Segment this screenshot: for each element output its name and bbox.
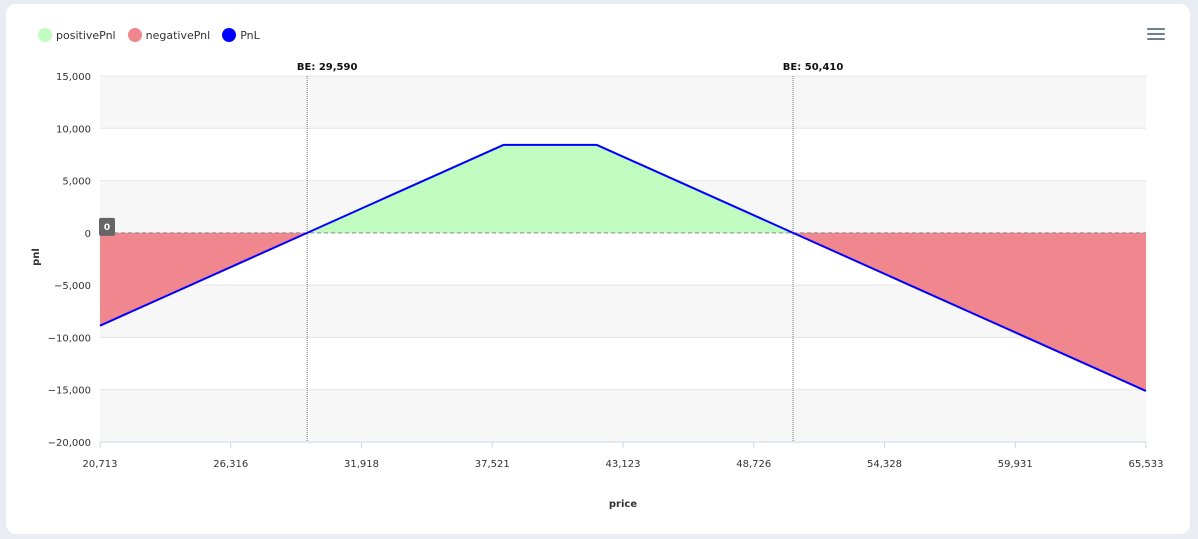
x-tick-label: 54,328: [867, 459, 902, 470]
x-tick-label: 37,521: [475, 459, 510, 470]
y-tick-label: −5,000: [54, 281, 91, 292]
y-tick-label: 10,000: [56, 124, 91, 135]
x-tick-label: 31,918: [344, 459, 379, 470]
grid-band: [100, 76, 1146, 129]
x-tick-label: 65,533: [1129, 459, 1164, 470]
y-tick-label: −15,000: [48, 386, 91, 397]
x-tick-label: 43,123: [606, 459, 641, 470]
breakeven-label: BE: 29,590: [297, 62, 358, 73]
y-tick-label: −10,000: [48, 333, 91, 344]
grid-band: [100, 389, 1146, 442]
y-tick-label: −20,000: [48, 438, 91, 449]
y-axis-title: pnl: [31, 248, 42, 266]
x-tick-label: 26,316: [213, 459, 248, 470]
y-tick-label: 0: [85, 229, 91, 240]
y-tick-label: 5,000: [62, 177, 91, 188]
x-tick-label: 48,726: [736, 459, 771, 470]
x-axis-title: price: [609, 499, 637, 510]
x-tick-label: 59,931: [998, 459, 1033, 470]
breakeven-label: BE: 50,410: [783, 62, 844, 73]
x-tick-label: 20,713: [83, 459, 118, 470]
zero-badge-label: 0: [104, 223, 110, 233]
y-tick-label: 15,000: [56, 72, 91, 83]
pnl-chart: BE: 29,590 BE: 50,410 15,000 10,000 5,000 0 −5…: [31, 62, 1164, 510]
